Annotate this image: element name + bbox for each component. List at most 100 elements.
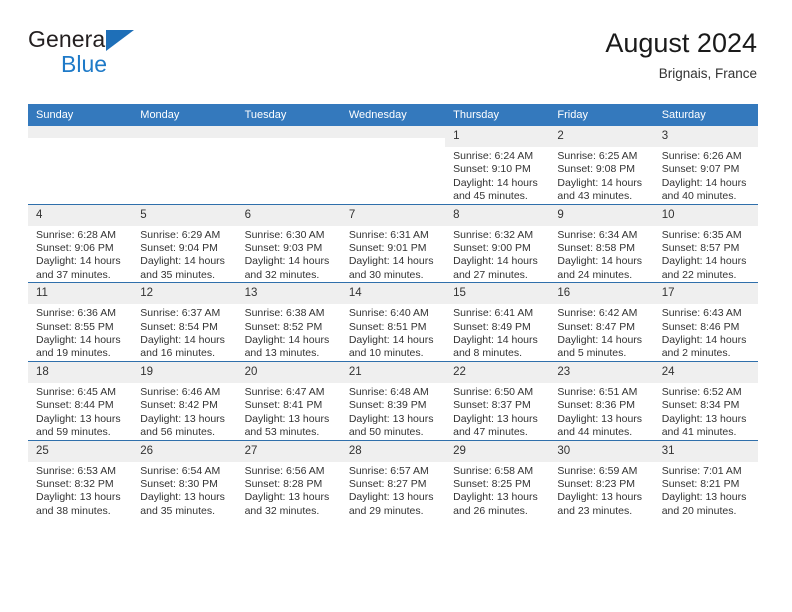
calendar-day-cell[interactable]: 24 Sunrise: 6:52 AM Sunset: 8:34 PM Dayligh… (653, 360, 758, 440)
day-sun-info: Sunrise: 6:46 AM Sunset: 8:42 PM Daylight:… (132, 383, 236, 440)
calendar-day-cell[interactable]: 7 Sunrise: 6:31 AM Sunset: 9:01 PM Daylight… (340, 203, 446, 283)
daylight-duration-line2: and 35 minutes. (140, 268, 215, 281)
daylight-duration-line1: Daylight: 13 hours (36, 491, 121, 504)
daylight-duration-line2: and 40 minutes. (661, 190, 737, 203)
calendar-day-cell[interactable]: 6 Sunrise: 6:30 AM Sunset: 9:03 PM Daylight… (236, 203, 341, 283)
day-sun-info: Sunrise: 6:50 AM Sunset: 8:37 PM Daylight:… (445, 383, 549, 440)
day-number: 25 (28, 440, 133, 462)
weekday-header-tuesday: Tuesday (236, 104, 341, 126)
sunset-time: Sunset: 8:54 PM (140, 320, 218, 333)
daylight-duration-line1: Daylight: 13 hours (453, 491, 538, 504)
daylight-duration-line1: Daylight: 13 hours (453, 412, 538, 425)
daylight-duration-line2: and 19 minutes. (36, 347, 111, 360)
calendar-day-cell[interactable]: 1 Sunrise: 6:24 AM Sunset: 9:10 PM Daylight… (445, 126, 550, 205)
brand-logo[interactable]: General Blue (28, 26, 288, 88)
day-number: 6 (236, 204, 341, 226)
calendar-week-row: 11 Sunrise: 6:36 AM Sunset: 8:55 PM Dayligh… (28, 282, 758, 362)
calendar-day-cell[interactable]: 26 Sunrise: 6:54 AM Sunset: 8:30 PM Dayligh… (132, 439, 237, 519)
calendar-week-row: 25 Sunrise: 6:53 AM Sunset: 8:32 PM Dayligh… (28, 439, 758, 519)
sunrise-time: Sunrise: 6:48 AM (348, 385, 429, 398)
day-sun-info: Sunrise: 6:54 AM Sunset: 8:30 PM Daylight:… (132, 462, 236, 519)
calendar-day-cell[interactable]: 17 Sunrise: 6:43 AM Sunset: 8:46 PM Dayligh… (653, 282, 758, 362)
calendar-day-cell[interactable]: 14 Sunrise: 6:40 AM Sunset: 8:51 PM Dayligh… (340, 282, 446, 362)
calendar-day-cell[interactable]: 4 Sunrise: 6:28 AM Sunset: 9:06 PM Daylight… (28, 203, 133, 283)
daylight-duration-line2: and 41 minutes. (661, 426, 737, 439)
calendar-day-cell[interactable]: 9 Sunrise: 6:34 AM Sunset: 8:58 PM Daylight… (549, 203, 654, 283)
sunset-time: Sunset: 8:46 PM (661, 320, 740, 333)
calendar-day-cell[interactable]: 13 Sunrise: 6:38 AM Sunset: 8:52 PM Dayligh… (236, 282, 341, 362)
day-sun-info: Sunrise: 7:01 AM Sunset: 8:21 PM Daylight:… (654, 462, 758, 519)
sunrise-time: Sunrise: 6:43 AM (661, 307, 742, 320)
brand-logo-bottom-row: Blue (28, 50, 288, 78)
sunset-time: Sunset: 8:49 PM (453, 320, 531, 333)
daylight-duration-line2: and 24 minutes. (557, 268, 633, 281)
sunset-time: Sunset: 8:58 PM (557, 242, 636, 255)
daylight-duration-line2: and 29 minutes. (348, 504, 424, 517)
calendar-day-cell[interactable]: 15 Sunrise: 6:41 AM Sunset: 8:49 PM Dayligh… (445, 282, 550, 362)
calendar-day-cell[interactable]: 28 Sunrise: 6:57 AM Sunset: 8:27 PM Dayligh… (340, 439, 446, 519)
calendar-day-cell[interactable]: 12 Sunrise: 6:37 AM Sunset: 8:54 PM Dayligh… (132, 282, 237, 362)
calendar-day-cell[interactable]: 22 Sunrise: 6:50 AM Sunset: 8:37 PM Dayligh… (445, 360, 550, 440)
calendar-day-cell[interactable]: 5 Sunrise: 6:29 AM Sunset: 9:04 PM Daylight… (132, 203, 237, 283)
sunrise-time: Sunrise: 6:30 AM (244, 228, 325, 241)
daylight-duration-line1: Daylight: 13 hours (348, 491, 434, 504)
calendar-day-cell[interactable]: 30 Sunrise: 6:59 AM Sunset: 8:23 PM Dayligh… (549, 439, 654, 519)
day-sun-info: Sunrise: 6:40 AM Sunset: 8:51 PM Daylight:… (341, 304, 445, 361)
calendar-page: General Blue August 2024 Brignais, Franc… (0, 0, 792, 612)
sunrise-time: Sunrise: 6:31 AM (348, 228, 429, 241)
day-number: 31 (653, 440, 758, 462)
weekday-header-thursday: Thursday (445, 104, 550, 126)
daylight-duration-line1: Daylight: 13 hours (661, 412, 747, 425)
blue-triangle-icon (106, 30, 134, 51)
day-number (236, 126, 341, 138)
calendar-day-cell[interactable]: 10 Sunrise: 6:35 AM Sunset: 8:57 PM Dayligh… (653, 203, 758, 283)
day-number: 19 (132, 361, 237, 383)
sunset-time: Sunset: 8:25 PM (453, 477, 531, 490)
calendar-day-cell[interactable]: 27 Sunrise: 6:56 AM Sunset: 8:28 PM Dayligh… (236, 439, 341, 519)
calendar-day-cell[interactable]: 2 Sunrise: 6:25 AM Sunset: 9:08 PM Daylight… (549, 126, 654, 205)
day-sun-info: Sunrise: 6:24 AM Sunset: 9:10 PM Daylight:… (445, 147, 549, 204)
sunset-time: Sunset: 8:23 PM (557, 477, 636, 490)
sunset-time: Sunset: 9:01 PM (348, 242, 427, 255)
sunset-time: Sunset: 8:21 PM (661, 477, 740, 490)
weekday-header-saturday: Saturday (653, 104, 758, 126)
daylight-duration-line2: and 10 minutes. (348, 347, 424, 360)
sunrise-time: Sunrise: 6:59 AM (557, 464, 638, 477)
calendar-day-cell[interactable]: 29 Sunrise: 6:58 AM Sunset: 8:25 PM Dayligh… (445, 439, 550, 519)
daylight-duration-line2: and 35 minutes. (140, 504, 215, 517)
daylight-duration-line2: and 43 minutes. (557, 190, 633, 203)
day-number: 28 (340, 440, 446, 462)
day-number: 18 (28, 361, 133, 383)
sunset-time: Sunset: 8:30 PM (140, 477, 218, 490)
calendar-day-cell[interactable]: 31 Sunrise: 7:01 AM Sunset: 8:21 PM Dayligh… (653, 439, 758, 519)
calendar-day-cell[interactable]: 18 Sunrise: 6:45 AM Sunset: 8:44 PM Dayligh… (28, 360, 133, 440)
sunset-time: Sunset: 8:32 PM (36, 477, 114, 490)
day-number: 13 (236, 283, 341, 305)
calendar-day-cell[interactable]: 11 Sunrise: 6:36 AM Sunset: 8:55 PM Dayligh… (28, 282, 133, 362)
calendar-day-cell[interactable]: 25 Sunrise: 6:53 AM Sunset: 8:32 PM Dayligh… (28, 439, 133, 519)
calendar-day-cell[interactable]: 19 Sunrise: 6:46 AM Sunset: 8:42 PM Dayligh… (132, 360, 237, 440)
sunset-time: Sunset: 8:27 PM (348, 477, 427, 490)
calendar-day-cell[interactable]: 3 Sunrise: 6:26 AM Sunset: 9:07 PM Daylight… (653, 126, 758, 205)
day-sun-info: Sunrise: 6:35 AM Sunset: 8:57 PM Daylight:… (654, 226, 758, 283)
day-number: 24 (653, 361, 758, 383)
weekday-header-row: Sunday Monday Tuesday Wednesday Thursday… (28, 104, 758, 126)
calendar-day-cell[interactable]: 16 Sunrise: 6:42 AM Sunset: 8:47 PM Dayligh… (549, 282, 654, 362)
day-sun-info: Sunrise: 6:51 AM Sunset: 8:36 PM Daylight:… (549, 383, 653, 440)
sunrise-time: Sunrise: 6:56 AM (244, 464, 325, 477)
calendar-day-cell[interactable]: 21 Sunrise: 6:48 AM Sunset: 8:39 PM Dayligh… (340, 360, 446, 440)
daylight-duration-line2: and 2 minutes. (661, 347, 731, 360)
calendar-day-cell[interactable]: 20 Sunrise: 6:47 AM Sunset: 8:41 PM Dayligh… (236, 360, 341, 440)
day-sun-info: Sunrise: 6:30 AM Sunset: 9:03 PM Daylight:… (237, 226, 341, 283)
calendar-day-cell[interactable]: 23 Sunrise: 6:51 AM Sunset: 8:36 PM Dayligh… (549, 360, 654, 440)
weekday-header-sunday: Sunday (28, 104, 133, 126)
day-sun-info: Sunrise: 6:43 AM Sunset: 8:46 PM Daylight:… (654, 304, 758, 361)
calendar-day-cell[interactable]: 8 Sunrise: 6:32 AM Sunset: 9:00 PM Daylight… (445, 203, 550, 283)
day-sun-info: Sunrise: 6:47 AM Sunset: 8:41 PM Daylight:… (237, 383, 341, 440)
daylight-duration-line2: and 50 minutes. (348, 426, 424, 439)
daylight-duration-line2: and 8 minutes. (453, 347, 523, 360)
daylight-duration-line1: Daylight: 14 hours (453, 176, 538, 189)
daylight-duration-line1: Daylight: 14 hours (453, 255, 538, 268)
daylight-duration-line1: Daylight: 13 hours (36, 412, 121, 425)
day-number: 17 (653, 283, 758, 305)
